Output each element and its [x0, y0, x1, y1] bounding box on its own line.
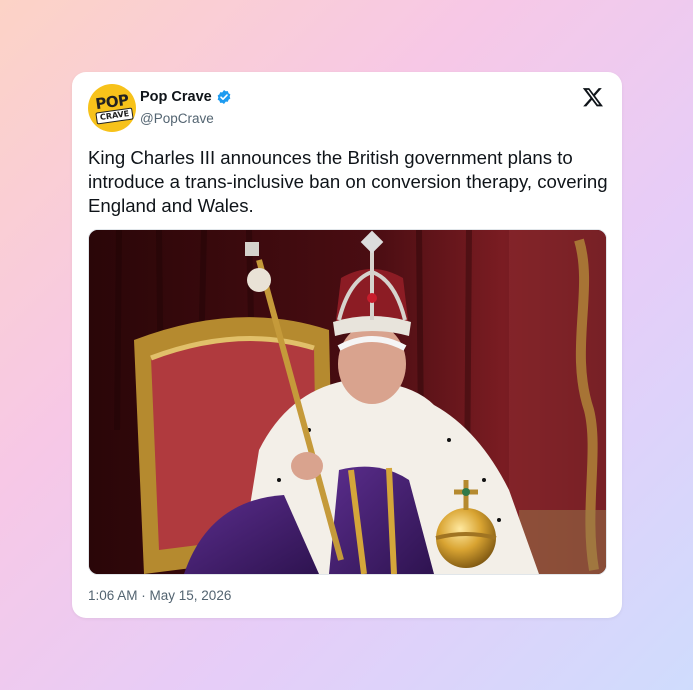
tweet-photo[interactable]	[88, 229, 607, 575]
portrait-image	[89, 230, 606, 574]
verified-badge-icon	[217, 90, 231, 104]
author-handle[interactable]: @PopCrave	[140, 111, 214, 126]
x-logo-icon[interactable]	[582, 86, 604, 108]
tweet-card: POP CRAVE Pop Crave @PopCrave King Charl…	[72, 72, 622, 618]
tweet-text: King Charles III announces the British g…	[88, 147, 608, 216]
author-name-row: Pop Crave	[140, 89, 232, 105]
tweet-timestamp[interactable]: 1:06 AM · May 15, 2026	[88, 588, 231, 603]
avatar[interactable]: POP CRAVE	[88, 84, 136, 132]
author-display-name[interactable]: Pop Crave	[140, 89, 212, 105]
